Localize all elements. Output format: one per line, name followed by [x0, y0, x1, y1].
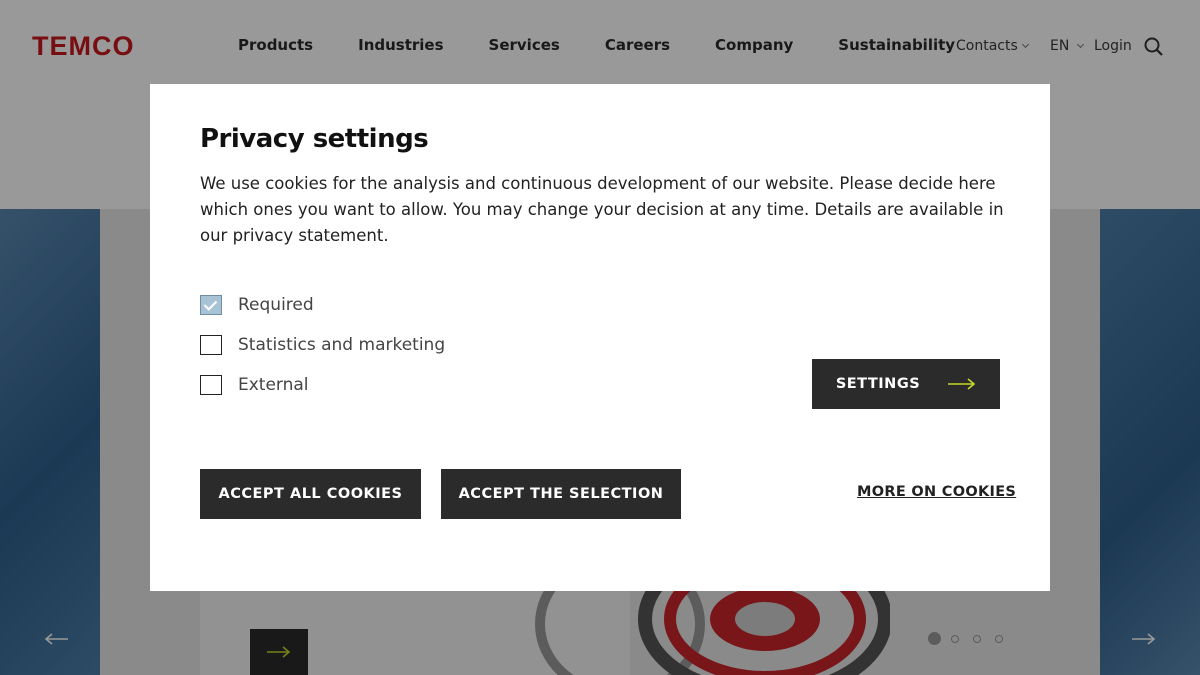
option-required[interactable]: Required — [200, 295, 314, 315]
accept-all-cookies-button[interactable]: ACCEPT ALL COOKIES — [200, 469, 421, 519]
checkbox-statistics-marketing[interactable] — [200, 335, 222, 355]
option-label: External — [238, 375, 309, 395]
option-external[interactable]: External — [200, 375, 309, 395]
dialog-title: Privacy settings — [200, 124, 429, 154]
accept-selection-button[interactable]: ACCEPT THE SELECTION — [441, 469, 681, 519]
checkbox-required[interactable] — [200, 295, 222, 315]
privacy-settings-dialog: Privacy settings We use cookies for the … — [150, 84, 1050, 591]
more-on-cookies-link[interactable]: MORE ON COOKIES — [857, 484, 1016, 500]
settings-label: SETTINGS — [835, 376, 921, 392]
option-statistics-marketing[interactable]: Statistics and marketing — [200, 335, 445, 355]
option-label: Statistics and marketing — [238, 335, 446, 355]
dialog-description: We use cookies for the analysis and cont… — [200, 174, 1004, 245]
settings-button[interactable]: SETTINGS — [812, 359, 1000, 409]
option-label: Required — [238, 295, 314, 315]
arrow-right-icon — [948, 378, 976, 390]
checkbox-external[interactable] — [200, 375, 222, 395]
